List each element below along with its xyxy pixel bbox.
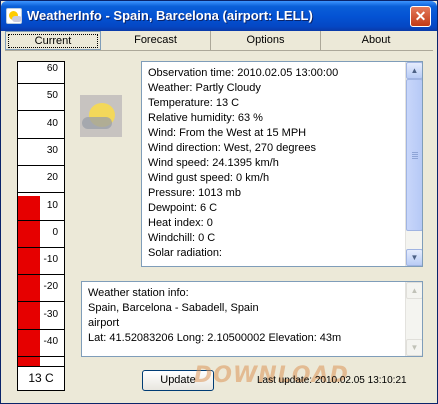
partly-cloudy-icon xyxy=(80,95,122,137)
thermometer-tick-label: 40 xyxy=(46,117,58,129)
station-scrollbar[interactable]: ▲ ▼ xyxy=(405,282,422,356)
thermometer-tick xyxy=(18,219,64,221)
scroll-up-button[interactable]: ▲ xyxy=(406,62,422,79)
thermometer-tick xyxy=(18,246,64,248)
scroll-down-icon: ▼ xyxy=(410,343,419,352)
observation-lines: Observation time: 2010.02.05 13:00:00 Wea… xyxy=(148,66,402,261)
thermometer-tick xyxy=(18,274,64,276)
last-update-status: Last update: 2010.02.05 13:10:21 xyxy=(257,375,407,386)
observation-line: Observation time: 2010.02.05 13:00:00 xyxy=(148,67,339,79)
station-line: airport xyxy=(88,317,120,329)
thermometer-tick-label: 0 xyxy=(52,226,58,238)
observation-line: Solar radiation: xyxy=(148,247,222,259)
thermometer-tick-label: -10 xyxy=(43,254,58,266)
scroll-down-button[interactable]: ▼ xyxy=(406,249,422,266)
station-line: Spain, Barcelona - Sabadell, Spain xyxy=(88,302,259,314)
observation-line: Wind: From the West at 15 MPH xyxy=(148,127,307,139)
tab-forecast[interactable]: Forecast xyxy=(101,31,211,50)
thermometer-tick xyxy=(18,192,64,194)
scroll-up-icon: ▲ xyxy=(410,286,419,295)
thermometer-mercury xyxy=(18,196,40,366)
thermometer-tick-label: -40 xyxy=(43,336,58,347)
thermometer-tick-label: 30 xyxy=(46,144,58,156)
observation-line: Wind gust speed: 0 km/h xyxy=(148,172,270,184)
observation-memo[interactable]: Observation time: 2010.02.05 13:00:00 Wea… xyxy=(141,61,423,267)
observation-line: Heat index: 0 xyxy=(148,217,213,229)
observation-line: Temperature: 13 C xyxy=(148,97,240,109)
observation-line: Wind speed: 24.1395 km/h xyxy=(148,157,279,169)
observation-scrollbar[interactable]: ▲ ▼ xyxy=(405,62,422,266)
tab-current[interactable]: Current xyxy=(5,31,101,50)
observation-line: Dewpoint: 6 C xyxy=(148,202,218,214)
observation-line: Pressure: 1013 mb xyxy=(148,187,241,199)
station-lines: Weather station info: Spain, Barcelona - … xyxy=(88,286,402,346)
thermometer-tick xyxy=(18,164,64,166)
close-button[interactable]: ✕ xyxy=(410,6,431,27)
thermometer-scale: 60 50 40 30 20 10 0 -10 -20 -30 -40 xyxy=(18,62,64,366)
tab-options[interactable]: Options xyxy=(211,31,321,50)
thermometer-tick-label: -20 xyxy=(43,281,58,293)
thermometer-tick xyxy=(18,301,64,303)
thermometer-tick xyxy=(18,328,64,330)
thermometer-tick-label: 50 xyxy=(46,90,58,102)
thermometer-tick xyxy=(18,137,64,139)
title-bar[interactable]: WeatherInfo - Spain, Barcelona (airport:… xyxy=(1,1,437,31)
station-memo[interactable]: Weather station info: Spain, Barcelona - … xyxy=(81,281,423,357)
station-line: Lat: 41.52083206 Long: 2.10500002 Elevat… xyxy=(88,332,342,344)
tab-divider xyxy=(5,50,433,51)
observation-line: Weather: Partly Cloudy xyxy=(148,82,261,94)
temperature-readout: 13 C xyxy=(18,366,64,390)
station-scroll-up-button[interactable]: ▲ xyxy=(406,282,422,299)
tab-bar: Current Forecast Options About xyxy=(5,31,433,51)
window-title: WeatherInfo - Spain, Barcelona (airport:… xyxy=(27,8,313,23)
thermometer-tick-label: 10 xyxy=(46,199,58,211)
thermometer-tick-label: -30 xyxy=(43,308,58,320)
observation-line: Wind direction: West, 270 degrees xyxy=(148,142,316,154)
thermometer-tick xyxy=(18,110,64,112)
thermometer-tick-label: 60 xyxy=(46,63,58,74)
weather-app-icon xyxy=(6,8,22,24)
tab-about[interactable]: About xyxy=(321,31,431,50)
close-icon: ✕ xyxy=(414,8,427,24)
station-scroll-down-button[interactable]: ▼ xyxy=(406,339,422,356)
station-line: Weather station info: xyxy=(88,287,189,299)
thermometer-tick xyxy=(18,356,64,357)
observation-line: Relative humidity: 63 % xyxy=(148,112,263,124)
thermometer-tick xyxy=(18,83,64,84)
observation-line: Windchill: 0 C xyxy=(148,232,216,244)
app-window: WeatherInfo - Spain, Barcelona (airport:… xyxy=(0,0,438,404)
scroll-down-icon: ▼ xyxy=(410,253,419,262)
scroll-thumb[interactable] xyxy=(406,79,422,231)
scroll-up-icon: ▲ xyxy=(410,66,419,75)
thermometer-tick-label: 20 xyxy=(46,172,58,184)
thermometer: 60 50 40 30 20 10 0 -10 -20 -30 -40 13 C xyxy=(17,61,65,391)
